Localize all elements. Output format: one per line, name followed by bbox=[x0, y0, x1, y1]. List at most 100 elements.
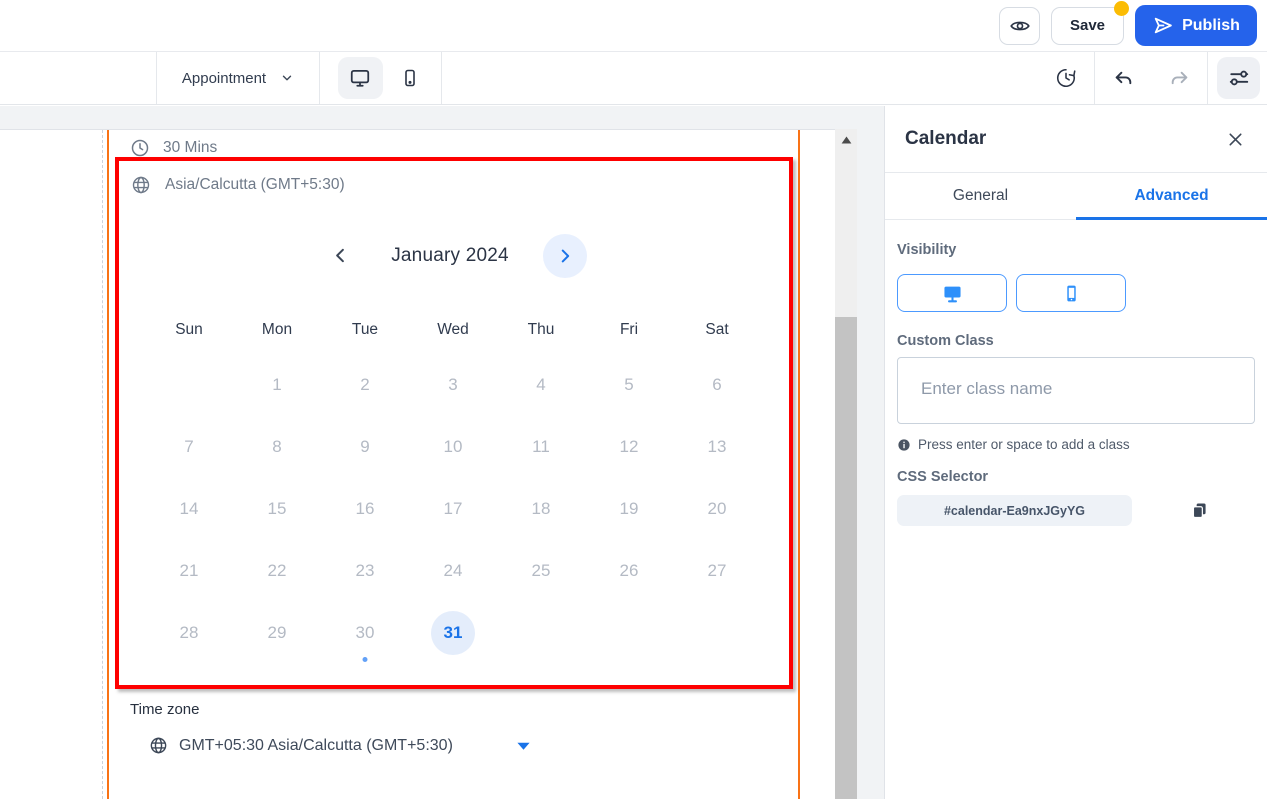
custom-class-input[interactable] bbox=[897, 357, 1255, 424]
custom-class-hint: Press enter or space to add a class bbox=[918, 437, 1130, 452]
css-selector-label: CSS Selector bbox=[897, 469, 989, 485]
scroll-up-icon bbox=[841, 136, 852, 144]
calendar-month-header: January 2024 bbox=[119, 234, 781, 278]
panel-tabs: General Advanced bbox=[885, 173, 1267, 220]
calendar-date[interactable]: 3 bbox=[409, 354, 497, 416]
timezone-section-label: Time zone bbox=[130, 701, 200, 718]
calendar-date[interactable]: 17 bbox=[409, 478, 497, 540]
next-month-button[interactable] bbox=[543, 234, 587, 278]
calendar-date[interactable]: 25 bbox=[497, 540, 585, 602]
panel-header: Calendar bbox=[885, 106, 1267, 173]
calendar-date[interactable]: 19 bbox=[585, 478, 673, 540]
scroll-up-button[interactable] bbox=[835, 129, 857, 151]
tab-advanced[interactable]: Advanced bbox=[1076, 173, 1267, 220]
calendar-grid: 1 2 3 4 5 6 7 8 9 10 11 12 13 14 15 16 17 18 19 20 21 22 23 24 2… bbox=[145, 354, 761, 664]
visibility-desktop-button[interactable] bbox=[897, 274, 1007, 312]
globe-icon bbox=[131, 175, 151, 195]
weekday-label: Mon bbox=[261, 321, 293, 338]
preview-button[interactable] bbox=[999, 6, 1040, 45]
calendar-date[interactable]: 1 bbox=[233, 354, 321, 416]
weekday-label: Tue bbox=[351, 321, 379, 338]
calendar-date[interactable]: 24 bbox=[409, 540, 497, 602]
calendar-date[interactable]: 21 bbox=[145, 540, 233, 602]
caret-down-icon bbox=[516, 740, 531, 752]
desktop-view-button[interactable] bbox=[337, 57, 383, 99]
save-button[interactable]: Save bbox=[1051, 0, 1129, 45]
calendar-date[interactable]: 7 bbox=[145, 416, 233, 478]
history-button[interactable] bbox=[1038, 52, 1094, 104]
calendar-date[interactable]: 14 bbox=[145, 478, 233, 540]
calendar-date[interactable]: 13 bbox=[673, 416, 761, 478]
calendar-date[interactable]: 22 bbox=[233, 540, 321, 602]
calendar-empty-cell bbox=[673, 602, 761, 664]
calendar-date[interactable]: 11 bbox=[497, 416, 585, 478]
eye-icon bbox=[1009, 15, 1031, 37]
calendar-date[interactable]: 5 bbox=[585, 354, 673, 416]
weekday-label: Sat bbox=[705, 321, 729, 338]
chevron-down-icon bbox=[280, 71, 294, 85]
calendar-empty-cell bbox=[585, 602, 673, 664]
publish-button[interactable]: Publish bbox=[1135, 5, 1257, 46]
calendar-weekdays: Sun Mon Tue Wed Thu Fri Sat bbox=[145, 306, 761, 354]
calendar-date[interactable]: 26 bbox=[585, 540, 673, 602]
appointment-duration-row: 30 Mins bbox=[130, 138, 217, 158]
custom-class-hint-row: Press enter or space to add a class bbox=[897, 437, 1253, 452]
device-toggle-group bbox=[320, 52, 442, 104]
weekday-label: Wed bbox=[437, 321, 469, 338]
calendar-date[interactable]: 28 bbox=[145, 602, 233, 664]
send-icon bbox=[1152, 15, 1173, 36]
calendar-date[interactable]: 29 bbox=[233, 602, 321, 664]
calendar-empty-cell bbox=[145, 354, 233, 416]
undo-icon bbox=[1113, 68, 1134, 89]
panel-close-button[interactable] bbox=[1226, 130, 1245, 149]
calendar-date[interactable]: 23 bbox=[321, 540, 409, 602]
calendar-widget-selection[interactable]: Asia/Calcutta (GMT+5:30) January 2024 Su… bbox=[115, 157, 793, 689]
timezone-select-value: GMT+05:30 Asia/Calcutta (GMT+5:30) bbox=[179, 736, 453, 754]
custom-class-label: Custom Class bbox=[897, 333, 994, 349]
close-icon bbox=[1226, 130, 1245, 149]
tab-general[interactable]: General bbox=[885, 173, 1076, 219]
unsaved-changes-badge bbox=[1114, 0, 1129, 16]
prev-month-button[interactable] bbox=[331, 246, 350, 265]
mobile-view-button[interactable] bbox=[396, 64, 424, 92]
calendar-date[interactable]: 20 bbox=[673, 478, 761, 540]
weekday-label: Fri bbox=[619, 321, 639, 338]
calendar-date[interactable]: 4 bbox=[497, 354, 585, 416]
calendar-date[interactable]: 6 bbox=[673, 354, 761, 416]
history-icon bbox=[1055, 67, 1077, 89]
calendar-date[interactable]: 10 bbox=[409, 416, 497, 478]
margin-guide-dashed bbox=[102, 130, 103, 799]
scrollbar-thumb[interactable] bbox=[835, 317, 857, 799]
copy-selector-button[interactable] bbox=[1190, 501, 1209, 520]
chevron-right-icon bbox=[556, 247, 574, 265]
top-bar: Save Publish bbox=[0, 0, 1267, 52]
timezone-select[interactable]: GMT+05:30 Asia/Calcutta (GMT+5:30) bbox=[149, 736, 531, 755]
smartphone-icon bbox=[1061, 283, 1082, 304]
smartphone-icon bbox=[400, 68, 420, 88]
redo-button[interactable] bbox=[1151, 52, 1207, 104]
weekday-label: Thu bbox=[527, 321, 555, 338]
calendar-date[interactable]: 9 bbox=[321, 416, 409, 478]
calendar-date[interactable]: 2 bbox=[321, 354, 409, 416]
globe-icon bbox=[149, 736, 168, 755]
calendar-date[interactable]: 15 bbox=[233, 478, 321, 540]
settings-panel-toggle[interactable] bbox=[1217, 57, 1260, 99]
page-selector-dropdown[interactable]: Appointment bbox=[157, 52, 320, 104]
canvas-scrollbar[interactable] bbox=[835, 129, 857, 799]
chevron-left-icon bbox=[331, 246, 350, 265]
calendar-date[interactable]: 8 bbox=[233, 416, 321, 478]
builder-toolbar: Appointment bbox=[0, 52, 1267, 105]
monitor-icon bbox=[349, 67, 371, 89]
calendar-date[interactable]: 16 bbox=[321, 478, 409, 540]
settings-panel: Calendar General Advanced Visibility Cus… bbox=[884, 106, 1267, 799]
undo-button[interactable] bbox=[1095, 52, 1151, 104]
redo-icon bbox=[1169, 68, 1190, 89]
visibility-mobile-button[interactable] bbox=[1016, 274, 1126, 312]
calendar-date[interactable]: 27 bbox=[673, 540, 761, 602]
calendar-date[interactable]: 31 bbox=[409, 602, 497, 664]
section-guide-left bbox=[107, 130, 109, 799]
calendar-date[interactable]: 18 bbox=[497, 478, 585, 540]
calendar-date[interactable]: 12 bbox=[585, 416, 673, 478]
css-selector-row: #calendar-Ea9nxJGyYG bbox=[897, 495, 1253, 526]
calendar-date[interactable]: 30 bbox=[321, 602, 409, 664]
